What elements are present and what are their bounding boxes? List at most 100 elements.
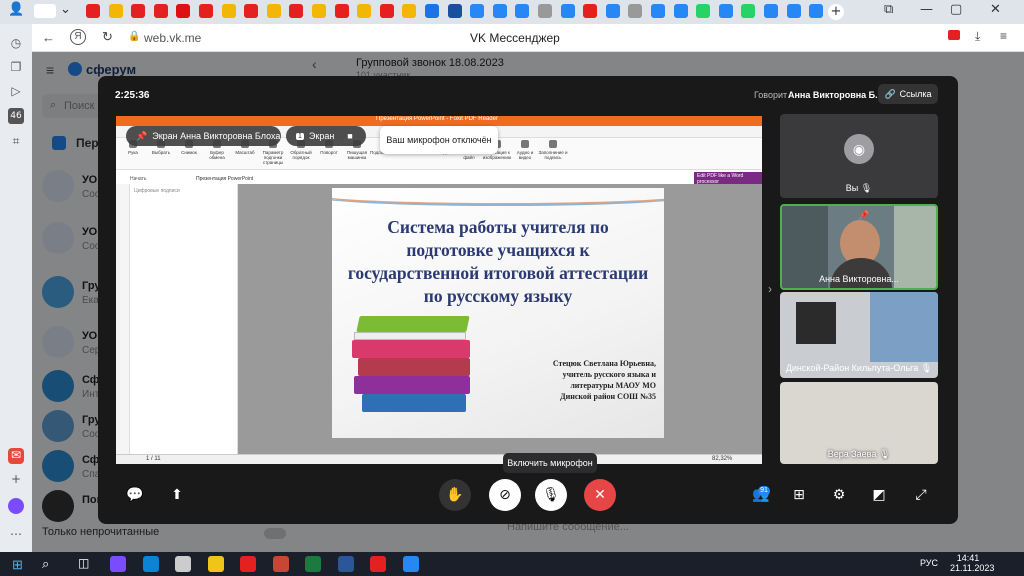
- browser-tab[interactable]: [312, 4, 326, 18]
- browser-tab[interactable]: [379, 4, 394, 18]
- taskbar-app-icon[interactable]: [175, 556, 191, 572]
- pip-icon[interactable]: ◩: [868, 484, 890, 506]
- browser-tab[interactable]: [673, 4, 688, 18]
- browser-tab[interactable]: [628, 4, 643, 18]
- share-screen-icon[interactable]: ⬆: [166, 484, 188, 506]
- new-tab-icon[interactable]: +: [828, 4, 844, 20]
- browser-tab[interactable]: [221, 4, 236, 18]
- browser-tab[interactable]: [86, 4, 100, 18]
- lang-indicator[interactable]: РУС: [920, 558, 938, 568]
- browser-tab[interactable]: [447, 4, 462, 18]
- enable-mic-tooltip: Включить микрофон: [503, 453, 597, 473]
- clock-icon[interactable]: ◷: [8, 36, 24, 52]
- fullscreen-icon[interactable]: ⤢: [910, 484, 932, 506]
- link-button[interactable]: 🔗 Ссылка: [878, 84, 938, 104]
- yandex-icon[interactable]: Я: [70, 29, 86, 45]
- page-indicator[interactable]: 1 / 11: [146, 456, 161, 462]
- reload-icon[interactable]: ↻: [102, 29, 113, 45]
- browser-tab[interactable]: [357, 4, 372, 18]
- pdf-tab-start[interactable]: Начать: [130, 176, 146, 182]
- taskbar-app-icon[interactable]: [272, 556, 289, 572]
- browser-tab[interactable]: [244, 4, 259, 18]
- taskbar-app-icon[interactable]: [305, 556, 321, 572]
- browser-tab[interactable]: [108, 4, 123, 18]
- more-icon[interactable]: …: [8, 524, 24, 540]
- chevron-down-icon[interactable]: ⌄: [60, 2, 71, 17]
- close-window-icon[interactable]: ✕: [990, 2, 1001, 17]
- browser-tab[interactable]: [515, 4, 530, 18]
- browser-tab[interactable]: [583, 4, 598, 18]
- browser-tab[interactable]: [718, 4, 733, 18]
- browser-tab[interactable]: [153, 4, 168, 18]
- user-icon[interactable]: 👤: [8, 2, 24, 17]
- mic-off-icon: 🎙: [920, 363, 933, 373]
- browser-tab[interactable]: [470, 4, 485, 18]
- taskbar-app-icon[interactable]: [207, 556, 224, 572]
- browser-tab[interactable]: [764, 4, 778, 18]
- restore-icon[interactable]: ▢: [950, 2, 962, 17]
- gear-icon[interactable]: ⚙: [828, 484, 850, 506]
- taskbar-app-icon[interactable]: [142, 556, 159, 572]
- taskbar-app-icon[interactable]: [370, 556, 386, 572]
- browser-tab[interactable]: [741, 4, 756, 18]
- edit-pdf-banner[interactable]: Edit PDF like a Word processor: [694, 172, 762, 185]
- browser-tab[interactable]: [538, 4, 552, 18]
- browser-tab[interactable]: [334, 4, 349, 18]
- browser-tab[interactable]: [176, 4, 191, 18]
- pdf-toolbar-item[interactable]: Аудио и видео: [510, 140, 540, 160]
- back-icon[interactable]: ←: [42, 30, 55, 45]
- badge-46[interactable]: 46: [8, 108, 24, 124]
- taskbar-app-icon[interactable]: [110, 556, 126, 572]
- alice-icon[interactable]: [8, 498, 24, 514]
- minimize-icon[interactable]: —: [920, 2, 933, 17]
- browser-tab[interactable]: [266, 4, 281, 18]
- slide-title: Система работы учителя по подготовке уча…: [347, 217, 649, 306]
- collections-icon[interactable]: ❐: [8, 60, 24, 76]
- browser-tab[interactable]: [786, 4, 801, 18]
- task-view-icon[interactable]: ◫: [78, 556, 89, 570]
- camera-icon[interactable]: ⌗: [8, 134, 24, 150]
- download-icon[interactable]: ⤓: [975, 29, 980, 44]
- pdf-toolbar-item[interactable]: Заполнение и подпись: [538, 140, 568, 160]
- pdf-tab-presentation[interactable]: Презентация PowerPoint: [196, 176, 254, 182]
- windows-start-icon[interactable]: ⊞: [12, 557, 23, 573]
- browser-tab[interactable]: [696, 4, 711, 18]
- pinned-tab[interactable]: [34, 4, 56, 18]
- participant-tile-vera[interactable]: Вера Заева 🎙: [780, 382, 938, 464]
- play-icon[interactable]: ▷: [8, 84, 24, 100]
- hand-icon: ✋: [446, 487, 464, 503]
- browser-tab[interactable]: [605, 4, 620, 18]
- clock[interactable]: 14:41 21.11.2023: [950, 553, 994, 573]
- search-icon[interactable]: ⌕: [42, 556, 49, 572]
- url-text[interactable]: web.vk.me: [144, 31, 201, 45]
- participant-tile-dinskoy[interactable]: Динской-Район Кильпута-Ольга 🎙: [780, 292, 938, 378]
- browser-tab[interactable]: [560, 4, 575, 18]
- browser-tab[interactable]: [492, 4, 507, 18]
- bookmark-icon[interactable]: ⧉: [884, 2, 893, 17]
- video-off-button[interactable]: ⊘: [489, 479, 521, 511]
- raise-hand-button[interactable]: ✋: [439, 479, 471, 511]
- tile-name-vera: Вера Заева 🎙: [827, 449, 891, 459]
- mail-icon[interactable]: ✉: [8, 448, 24, 464]
- menu-icon[interactable]: ≡: [1000, 29, 1007, 43]
- browser-tab[interactable]: [199, 4, 213, 18]
- browser-tab[interactable]: [289, 4, 304, 18]
- browser-tab[interactable]: [425, 4, 439, 18]
- add-icon[interactable]: +: [8, 472, 24, 488]
- zoom-level[interactable]: 82,32%: [712, 456, 732, 462]
- browser-tab[interactable]: [651, 4, 665, 18]
- mic-toggle-button[interactable]: 🎙: [535, 479, 567, 511]
- participant-tile-you[interactable]: ◉ Вы 🎙: [780, 114, 938, 198]
- end-call-button[interactable]: ✕: [584, 479, 616, 511]
- browser-tab[interactable]: [809, 4, 824, 18]
- taskbar-app-icon[interactable]: [240, 556, 256, 572]
- participant-tile-speaker[interactable]: 📌 Анна Викторовна...: [780, 204, 938, 290]
- chat-bubble-icon[interactable]: 💬: [124, 484, 146, 506]
- browser-tab[interactable]: [131, 4, 146, 18]
- taskbar-app-icon[interactable]: [337, 556, 354, 572]
- taskbar-app-icon[interactable]: [402, 556, 419, 572]
- panel-arrow-icon[interactable]: ›: [768, 282, 772, 296]
- extension-icon[interactable]: [948, 30, 960, 40]
- browser-tab[interactable]: [402, 4, 417, 18]
- grid-icon[interactable]: ⊞: [788, 484, 810, 506]
